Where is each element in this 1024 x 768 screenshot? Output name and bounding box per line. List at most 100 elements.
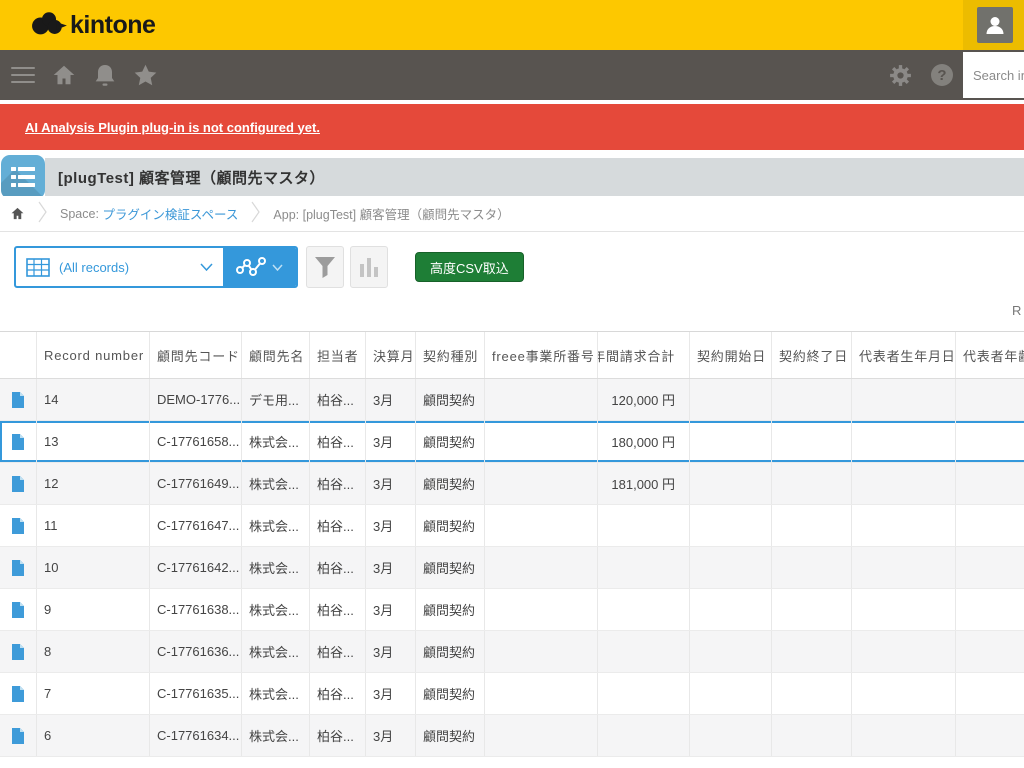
column-header-representative_age[interactable]: 代表者年齢 [956,332,1024,378]
table-row[interactable]: 14DEMO-1776...デモ用...柏谷...3月顧問契約120,000 円 [0,379,1024,421]
record-detail-link[interactable] [0,673,37,714]
column-header-contract_type[interactable]: 契約種別 [416,332,485,378]
cell-representative_age [956,421,1024,462]
cell-contract_type: 顧問契約 [416,589,485,630]
cell-representative_birthday [852,589,956,630]
filter-button[interactable] [306,246,344,288]
cell-representative_age [956,463,1024,504]
table-row[interactable]: 6C-17761634...株式会...柏谷...3月顧問契約 [0,715,1024,757]
cell-contract_start_date [690,505,772,546]
column-header-annual_billing_total[interactable]: 年間請求合計 [598,332,690,378]
column-header-manager[interactable]: 担当者 [310,332,366,378]
kintone-logo[interactable]: kintone [30,9,155,41]
cell-fiscal_month: 3月 [366,631,416,672]
cell-client_name: 株式会... [242,589,310,630]
table-row[interactable]: 13C-17761658...株式会...柏谷...3月顧問契約180,000 … [0,421,1024,463]
column-header-fiscal_month[interactable]: 決算月 [366,332,416,378]
plugin-warning-link[interactable]: AI Analysis Plugin plug-in is not config… [25,120,320,135]
cell-fiscal_month: 3月 [366,589,416,630]
breadcrumb-space-label: Space: [60,207,99,221]
record-list-table: Record number顧問先コード顧問先名担当者決算月契約種別freee事業… [0,331,1024,768]
cell-contract_start_date [690,421,772,462]
plugin-warning-banner: AI Analysis Plugin plug-in is not config… [0,104,1024,150]
favorites-star-icon[interactable] [129,50,161,100]
view-selector-dropdown[interactable]: (All records) [16,248,223,286]
cell-contract_end_date [772,673,852,714]
cell-freee_office_number [485,673,598,714]
gear-icon[interactable] [884,50,916,100]
cell-representative_age [956,589,1024,630]
record-detail-link[interactable] [0,589,37,630]
cell-annual_billing_total [598,589,690,630]
cell-representative_age [956,547,1024,588]
app-title[interactable]: [plugTest] 顧客管理（顧問先マスタ） [58,167,325,188]
record-detail-link[interactable] [0,379,37,420]
view-selector: (All records) [14,246,298,288]
user-menu[interactable] [963,0,1024,50]
column-header-record_number[interactable]: Record number [37,332,150,378]
cell-contract_end_date [772,505,852,546]
cell-contract_start_date [690,631,772,672]
record-detail-link[interactable] [0,463,37,504]
table-body: 14DEMO-1776...デモ用...柏谷...3月顧問契約120,000 円… [0,379,1024,757]
table-row[interactable]: 11C-17761647...株式会...柏谷...3月顧問契約 [0,505,1024,547]
record-detail-link[interactable] [0,547,37,588]
cell-representative_birthday [852,547,956,588]
advanced-csv-import-button[interactable]: 高度CSV取込 [415,252,524,282]
cell-contract_type: 顧問契約 [416,505,485,546]
table-row[interactable]: 10C-17761642...株式会...柏谷...3月顧問契約 [0,547,1024,589]
avatar[interactable] [977,7,1013,43]
home-icon[interactable] [48,50,80,100]
cell-record_number: 10 [37,547,150,588]
kintone-app-screen: kintone [0,0,1024,768]
search-input[interactable]: Search in [963,52,1024,98]
app-icon[interactable] [1,155,45,199]
chevron-down-icon [272,264,283,271]
cell-client_name: 株式会... [242,673,310,714]
table-row[interactable]: 12C-17761649...株式会...柏谷...3月顧問契約181,000 … [0,463,1024,505]
cell-record_number: 11 [37,505,150,546]
breadcrumb-space-link[interactable]: プラグイン検証スペース [102,204,238,223]
table-row[interactable]: 9C-17761638...株式会...柏谷...3月顧問契約 [0,589,1024,631]
graph-view-switch-button[interactable] [223,248,296,286]
cell-freee_office_number [485,421,598,462]
column-header-freee_office_number[interactable]: freee事業所番号 [485,332,598,378]
cell-freee_office_number [485,631,598,672]
cell-client_name: 株式会... [242,505,310,546]
help-icon[interactable]: ? [927,50,957,100]
record-detail-document-icon [11,433,25,451]
breadcrumb-home-icon[interactable] [10,206,25,221]
cell-annual_billing_total [598,547,690,588]
record-detail-link[interactable] [0,505,37,546]
cell-contract_type: 顧問契約 [416,421,485,462]
cell-contract_start_date [690,673,772,714]
column-header-contract_start_date[interactable]: 契約開始日 [690,332,772,378]
cell-contract_type: 顧問契約 [416,673,485,714]
cell-record_number: 7 [37,673,150,714]
notifications-bell-icon[interactable] [90,50,120,100]
cell-representative_birthday [852,505,956,546]
record-detail-link[interactable] [0,715,37,756]
cell-representative_birthday [852,421,956,462]
cell-representative_age [956,715,1024,756]
column-header-client_name[interactable]: 顧問先名 [242,332,310,378]
cell-representative_birthday [852,673,956,714]
table-row[interactable]: 7C-17761635...株式会...柏谷...3月顧問契約 [0,673,1024,715]
cell-freee_office_number [485,505,598,546]
cell-client_code: C-17761638... [150,589,242,630]
column-header-representative_birthday[interactable]: 代表者生年月日 [852,332,956,378]
cell-manager: 柏谷... [310,673,366,714]
record-detail-link[interactable] [0,421,37,462]
table-row[interactable]: 8C-17761636...株式会...柏谷...3月顧問契約 [0,631,1024,673]
record-detail-document-icon [11,559,25,577]
breadcrumb-app-item: App: [plugTest] 顧客管理（顧問先マスタ） [273,204,509,223]
chart-button[interactable] [350,246,388,288]
cell-contract_end_date [772,589,852,630]
record-detail-link[interactable] [0,631,37,672]
record-detail-document-icon [11,517,25,535]
graph-switch-icon [236,255,266,279]
column-header-contract_end_date[interactable]: 契約終了日 [772,332,852,378]
hamburger-menu-icon[interactable] [8,50,38,100]
column-header-client_code[interactable]: 顧問先コード [150,332,242,378]
cell-client_name: デモ用... [242,379,310,420]
